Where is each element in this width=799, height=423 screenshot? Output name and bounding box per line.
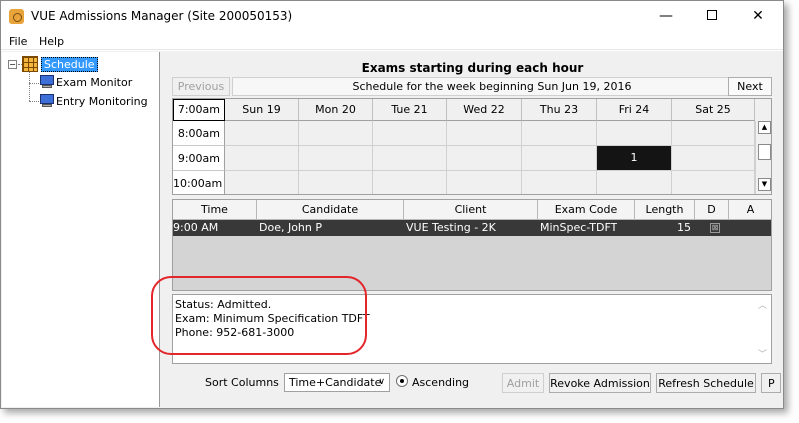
maximize-icon <box>707 10 717 20</box>
schedule-cell[interactable] <box>522 121 597 146</box>
maximize-button[interactable] <box>689 1 735 32</box>
day-header: Sun 19 <box>225 99 299 121</box>
schedule-cell[interactable] <box>672 171 755 194</box>
navigation-tree: − Schedule Exam Monitor Entry Monitoring <box>2 52 160 407</box>
sort-columns-value: Time+Candidate <box>289 376 382 389</box>
schedule-cell[interactable] <box>522 171 597 194</box>
status-scrollbar[interactable]: ︿ ﹀ <box>754 295 771 363</box>
cell-exam-code: MinSpec-TDFT <box>540 221 618 234</box>
scroll-thumb[interactable] <box>758 144 771 160</box>
scroll-up-icon[interactable]: ︿ <box>758 298 767 311</box>
schedule-cell[interactable] <box>225 146 299 171</box>
schedule-heading: Exams starting during each hour <box>361 61 584 75</box>
schedule-cell[interactable] <box>672 146 755 171</box>
truncated-button[interactable]: P <box>761 373 781 393</box>
tree-item-schedule[interactable]: Schedule <box>41 57 98 72</box>
tree-item-exam-monitor[interactable]: Exam Monitor <box>56 76 132 89</box>
status-panel: Status: Admitted. Exam: Minimum Specific… <box>151 276 772 364</box>
schedule-cell[interactable] <box>225 171 299 194</box>
schedule-cell[interactable] <box>447 171 522 194</box>
schedule-grid: 7:00am ▲ ▼ Sun 19 Mon 20 Tue 21 Wed 22 Thu 2… <box>172 98 772 195</box>
menu-bar: File Help <box>1 32 783 50</box>
day-header: Mon 20 <box>299 99 373 121</box>
tree-item-entry-monitoring[interactable]: Entry Monitoring <box>56 95 148 108</box>
app-window: VUE Admissions Manager (Site 200050153) … <box>0 0 784 409</box>
monitor-icon <box>39 94 55 108</box>
menu-file[interactable]: File <box>9 35 27 48</box>
column-header[interactable]: D <box>695 200 729 220</box>
schedule-cell[interactable] <box>373 121 447 146</box>
previous-button[interactable]: Previous <box>172 77 230 96</box>
schedule-cell[interactable] <box>522 146 597 171</box>
cell-client: VUE Testing - 2K <box>406 221 496 234</box>
scroll-down-icon[interactable]: ▼ <box>758 178 771 191</box>
schedule-cell[interactable] <box>225 121 299 146</box>
content-area: − Schedule Exam Monitor Entry Monitoring… <box>1 51 783 408</box>
collapse-toggle[interactable]: − <box>8 60 17 69</box>
schedule-cell[interactable] <box>373 171 447 194</box>
sort-columns-label: Sort Columns <box>205 376 279 389</box>
minimize-button[interactable]: — <box>643 1 689 32</box>
cell-length: 15 <box>677 221 691 234</box>
next-button[interactable]: Next <box>728 77 772 96</box>
column-header[interactable]: Client <box>404 200 538 220</box>
schedule-cell[interactable] <box>299 171 373 194</box>
bottom-controls: Sort Columns Time+Candidate ∨ Ascending … <box>162 369 783 397</box>
hour-label[interactable]: 9:00am <box>173 146 225 171</box>
column-header[interactable]: Exam Code <box>538 200 635 220</box>
schedule-cell[interactable] <box>597 121 672 146</box>
ascending-radio[interactable] <box>396 375 408 387</box>
downloaded-checkbox[interactable]: ⊠ <box>710 223 720 233</box>
schedule-cell[interactable] <box>447 146 522 171</box>
schedule-cell[interactable] <box>299 146 373 171</box>
tree-connector <box>29 101 39 102</box>
day-header: Fri 24 <box>597 99 672 121</box>
column-header[interactable]: Time <box>173 200 257 220</box>
window-title: VUE Admissions Manager (Site 200050153) <box>31 9 293 23</box>
day-header: Sat 25 <box>672 99 755 121</box>
hour-label[interactable]: 10:00am <box>173 171 225 194</box>
day-header: Tue 21 <box>373 99 447 121</box>
hour-label[interactable]: 8:00am <box>173 121 225 146</box>
schedule-cell[interactable] <box>299 121 373 146</box>
sort-columns-select[interactable]: Time+Candidate ∨ <box>284 373 390 392</box>
app-icon <box>9 9 24 24</box>
tree-connector <box>29 83 39 84</box>
scroll-up-icon[interactable]: ▲ <box>758 121 771 134</box>
close-button[interactable]: ✕ <box>735 1 781 32</box>
refresh-schedule-button[interactable]: Refresh Schedule <box>656 373 756 393</box>
cell-time: 9:00 AM <box>173 221 219 234</box>
week-label: Schedule for the week beginning Sun Jun … <box>232 77 752 96</box>
chevron-down-icon: ∨ <box>378 377 385 387</box>
annotation-highlight <box>151 276 367 355</box>
schedule-panel: Exams starting during each hour Previous… <box>151 51 783 408</box>
cell-candidate: Doe, John P <box>259 221 323 234</box>
column-header[interactable]: Candidate <box>257 200 404 220</box>
day-header: Wed 22 <box>447 99 522 121</box>
title-bar[interactable]: VUE Admissions Manager (Site 200050153) … <box>1 1 783 32</box>
grid-scrollbar[interactable]: ▲ ▼ <box>755 121 771 194</box>
day-header: Thu 23 <box>522 99 597 121</box>
schedule-cell[interactable] <box>373 146 447 171</box>
column-header[interactable]: Length <box>635 200 695 220</box>
schedule-cell[interactable] <box>597 171 672 194</box>
column-header[interactable]: A <box>729 200 771 220</box>
scroll-down-icon[interactable]: ﹀ <box>758 347 767 360</box>
hour-label[interactable]: 7:00am <box>173 99 225 121</box>
schedule-cell[interactable] <box>672 121 755 146</box>
monitor-icon <box>39 75 55 89</box>
schedule-cell[interactable] <box>447 121 522 146</box>
schedule-cell[interactable]: 1 <box>597 146 672 171</box>
calendar-icon <box>22 56 38 72</box>
revoke-admission-button[interactable]: Revoke Admission <box>549 373 651 393</box>
table-row[interactable]: 9:00 AM Doe, John P VUE Testing - 2K MinSpe… <box>173 220 771 236</box>
ascending-label[interactable]: Ascending <box>412 376 469 389</box>
menu-help[interactable]: Help <box>39 35 64 48</box>
tree-connector <box>29 72 30 101</box>
admit-button[interactable]: Admit <box>502 373 544 393</box>
